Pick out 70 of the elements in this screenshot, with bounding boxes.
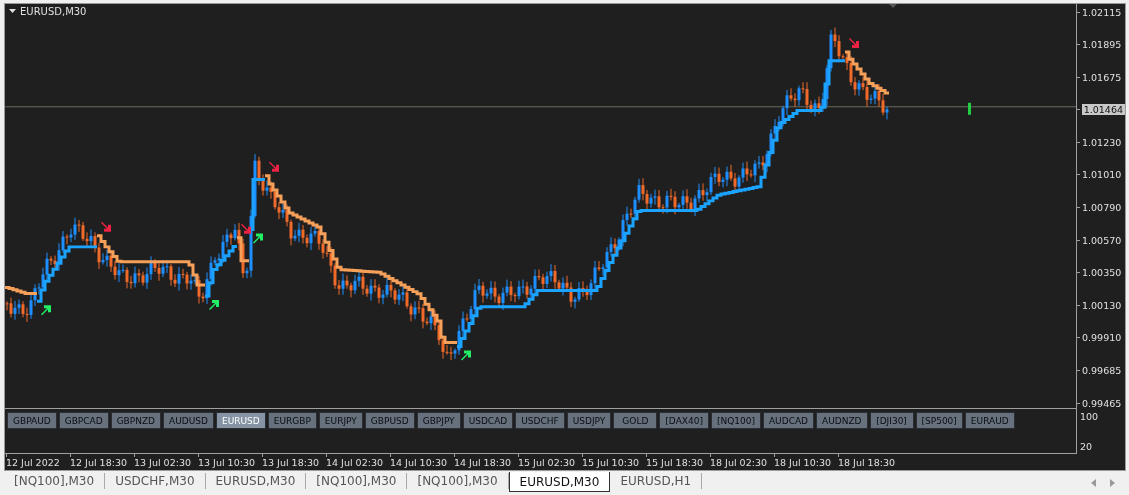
time-label: 18 Jul 18:30 xyxy=(838,457,896,469)
scroll-left-icon[interactable] xyxy=(1091,479,1096,487)
marker-bar xyxy=(968,102,971,115)
price-label: 1.00790 xyxy=(1082,202,1122,214)
time-label: 14 Jul 02:30 xyxy=(326,457,384,469)
time-label: 12 Jul 2022 xyxy=(6,457,61,469)
time-label: 13 Jul 18:30 xyxy=(262,457,320,469)
symbol-button[interactable]: EURAUD xyxy=(964,412,1015,430)
up-arrow-icon xyxy=(209,300,219,310)
down-arrow-icon xyxy=(849,38,859,49)
up-arrow-icon xyxy=(253,233,263,244)
current-price-label: 1.01464 xyxy=(1081,104,1125,116)
chart-tab[interactable]: USDCHF,M30 xyxy=(105,473,206,489)
scroll-right-icon[interactable] xyxy=(1110,479,1115,487)
symbol-button[interactable]: USDJPY xyxy=(566,412,612,430)
chart-tab[interactable]: [NQ100],M30 xyxy=(407,473,509,489)
symbol-button[interactable]: EURGBP xyxy=(267,412,317,430)
time-label: 15 Jul 10:30 xyxy=(582,457,640,469)
chart-title: EURUSD,M30 xyxy=(20,6,87,17)
symbol-button[interactable]: GBPNZD xyxy=(110,412,162,430)
time-label: 15 Jul 02:30 xyxy=(518,457,576,469)
symbol-button[interactable]: GOLD xyxy=(613,412,658,430)
symbol-button[interactable]: AUDCAD xyxy=(762,412,814,430)
price-label: 0.99685 xyxy=(1082,365,1122,377)
symbol-button[interactable]: EURUSD xyxy=(215,412,266,430)
symbol-button[interactable]: EURJPY xyxy=(318,412,363,430)
symbol-button[interactable]: GBPAUD xyxy=(7,412,57,430)
time-label: 12 Jul 18:30 xyxy=(70,457,128,469)
time-label: 14 Jul 10:30 xyxy=(390,457,448,469)
price-label: 1.02115 xyxy=(1082,6,1122,18)
chart-tab[interactable]: EURUSD,M30 xyxy=(508,472,611,492)
time-label: 15 Jul 18:30 xyxy=(646,457,704,469)
down-arrow-icon xyxy=(101,221,111,232)
chart-tab[interactable]: EURUSD,H1 xyxy=(610,473,703,489)
price-label: 1.00350 xyxy=(1082,267,1122,279)
up-arrow-icon xyxy=(41,305,51,316)
up-arrow-icon xyxy=(461,350,471,361)
chart-tab[interactable]: [NQ100],M30 xyxy=(306,473,408,489)
time-label: 13 Jul 10:30 xyxy=(198,457,256,469)
time-label: 18 Jul 02:30 xyxy=(710,457,768,469)
symbol-button[interactable]: [DJI30] xyxy=(869,412,914,430)
symbol-button[interactable]: GBPJPY xyxy=(416,412,461,430)
price-label: 1.01010 xyxy=(1082,169,1122,181)
time-label: 14 Jul 18:30 xyxy=(454,457,512,469)
price-label: 1.01895 xyxy=(1082,39,1122,51)
price-label: 1.00570 xyxy=(1082,234,1122,246)
chart-tab[interactable]: EURUSD,M30 xyxy=(205,473,307,489)
symbol-button[interactable]: USDCAD xyxy=(462,412,514,430)
symbol-button[interactable]: USDCHF xyxy=(515,412,565,430)
price-label: 0.99910 xyxy=(1082,332,1122,344)
symbol-button[interactable]: GBPUSD xyxy=(364,412,415,430)
symbol-button[interactable]: AUDUSD xyxy=(163,412,214,430)
down-arrow-icon xyxy=(269,161,279,172)
chart-tab[interactable]: [NQ100],M30 xyxy=(4,473,106,489)
price-label: 1.00130 xyxy=(1082,299,1122,311)
symbol-button[interactable]: [NQ100] xyxy=(710,412,761,430)
symbol-button[interactable]: [DAX40] xyxy=(659,412,709,430)
price-label: 1.01675 xyxy=(1082,71,1122,83)
price-label: 0.99465 xyxy=(1082,397,1122,409)
symbol-button[interactable]: GBPCAD xyxy=(58,412,109,430)
symbol-button[interactable]: [SP500] xyxy=(915,412,963,430)
time-label: 18 Jul 10:30 xyxy=(774,457,832,469)
shift-marker-icon xyxy=(889,4,897,8)
symbol-button[interactable]: AUDNZD xyxy=(816,412,868,430)
price-label: 1.01230 xyxy=(1082,136,1122,148)
axis-label: 100 xyxy=(1080,411,1100,423)
dropdown-icon[interactable] xyxy=(9,9,16,14)
down-arrow-icon xyxy=(241,223,251,234)
time-label: 13 Jul 02:30 xyxy=(134,457,192,469)
axis-label: 20 xyxy=(1080,441,1094,453)
